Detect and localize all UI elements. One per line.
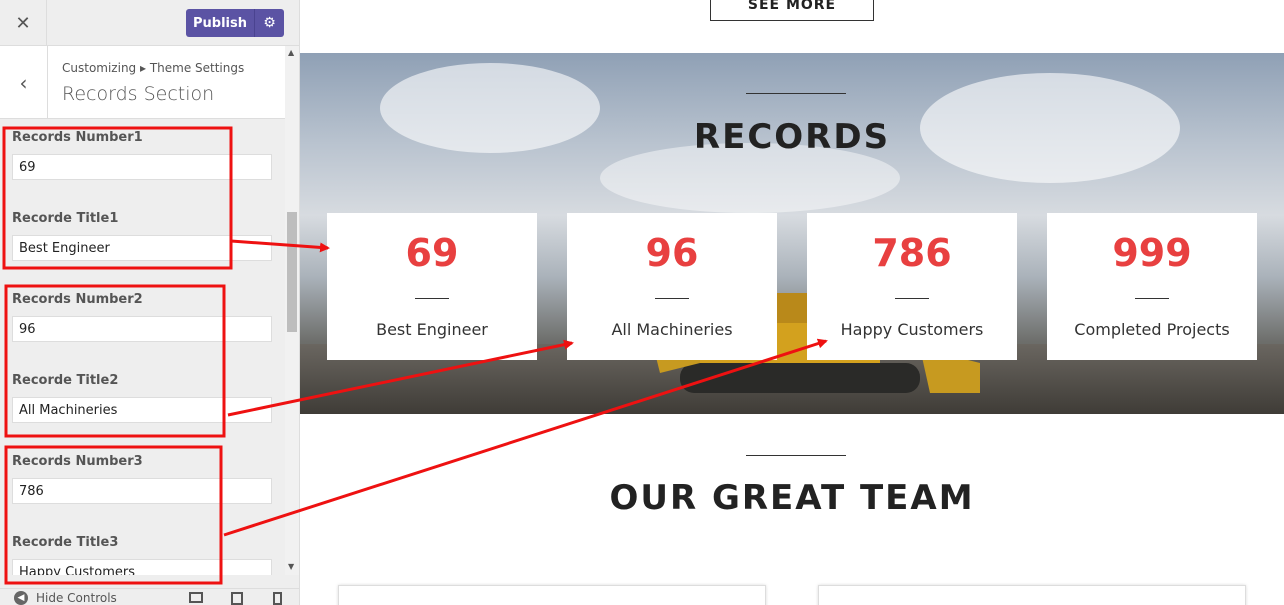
records-number1-label: Records Number1: [12, 130, 143, 145]
team-member-card: [818, 585, 1246, 605]
record-separator: [415, 298, 449, 299]
collapse-icon: ◀: [14, 591, 28, 605]
tablet-preview-icon[interactable]: [231, 592, 243, 605]
team-member-card: [338, 585, 766, 605]
publish-group: Publish ⚙: [186, 9, 284, 37]
hide-controls-button[interactable]: ◀ Hide Controls: [14, 591, 117, 605]
scroll-down-arrow-icon[interactable]: ▼: [288, 562, 294, 571]
recorde-title2-input[interactable]: All Machineries: [12, 397, 272, 423]
records-number2-input[interactable]: 96: [12, 316, 272, 342]
breadcrumb: Customizing ▸ Theme Settings: [62, 61, 245, 75]
recorde-title1-input[interactable]: Best Engineer: [12, 235, 272, 261]
record-number: 999: [1112, 231, 1192, 275]
recorde-title3-input[interactable]: Happy Customers: [12, 559, 272, 575]
records-heading: RECORDS: [693, 117, 891, 157]
scrollbar-thumb[interactable]: [287, 212, 297, 332]
see-more-button[interactable]: SEE MORE: [710, 0, 874, 21]
record-card: 786 Happy Customers: [807, 213, 1017, 360]
team-divider: [746, 455, 846, 456]
gear-icon[interactable]: ⚙: [254, 9, 284, 37]
section-header: ‹ Customizing ▸ Theme Settings Records S…: [0, 46, 285, 119]
recorde-title2-label: Recorde Title2: [12, 373, 119, 388]
customizer-sidebar: ✕ Publish ⚙ ‹ Customizing ▸ Theme Settin…: [0, 0, 300, 605]
controls-panel: Records Number1 69 Recorde Title1 Best E…: [0, 120, 285, 575]
team-heading: OUR GREAT TEAM: [609, 478, 975, 518]
record-title: Best Engineer: [376, 320, 488, 339]
publish-button[interactable]: Publish: [186, 9, 254, 37]
records-number3-input[interactable]: 786: [12, 478, 272, 504]
record-number: 69: [405, 231, 459, 275]
hide-controls-label: Hide Controls: [36, 591, 117, 605]
record-number: 96: [645, 231, 699, 275]
record-title: Happy Customers: [840, 320, 984, 339]
mobile-preview-icon[interactable]: [273, 592, 282, 605]
records-number1-input[interactable]: 69: [12, 154, 272, 180]
record-separator: [655, 298, 689, 299]
record-card: 96 All Machineries: [567, 213, 777, 360]
scroll-up-arrow-icon[interactable]: ▲: [288, 48, 294, 57]
recorde-title3-label: Recorde Title3: [12, 535, 119, 550]
close-icon[interactable]: ✕: [0, 0, 47, 46]
customizer-footer: ◀ Hide Controls: [0, 588, 299, 605]
section-title: Records Section: [62, 83, 215, 105]
record-title: Completed Projects: [1074, 320, 1230, 339]
record-separator: [1135, 298, 1169, 299]
records-divider: [746, 93, 846, 94]
customizer-header: ✕ Publish ⚙: [0, 0, 299, 46]
back-icon[interactable]: ‹: [0, 46, 48, 119]
record-card: 999 Completed Projects: [1047, 213, 1257, 360]
record-card: 69 Best Engineer: [327, 213, 537, 360]
desktop-preview-icon[interactable]: [189, 592, 203, 603]
records-section: RECORDS 69 Best Engineer 96 All Machiner…: [300, 53, 1284, 414]
site-preview: SEE MORE RECORDS 69 Best Engineer 96 All…: [300, 0, 1284, 605]
records-number3-label: Records Number3: [12, 454, 143, 469]
records-number2-label: Records Number2: [12, 292, 143, 307]
record-title: All Machineries: [611, 320, 733, 339]
record-number: 786: [872, 231, 952, 275]
record-separator: [895, 298, 929, 299]
recorde-title1-label: Recorde Title1: [12, 211, 119, 226]
